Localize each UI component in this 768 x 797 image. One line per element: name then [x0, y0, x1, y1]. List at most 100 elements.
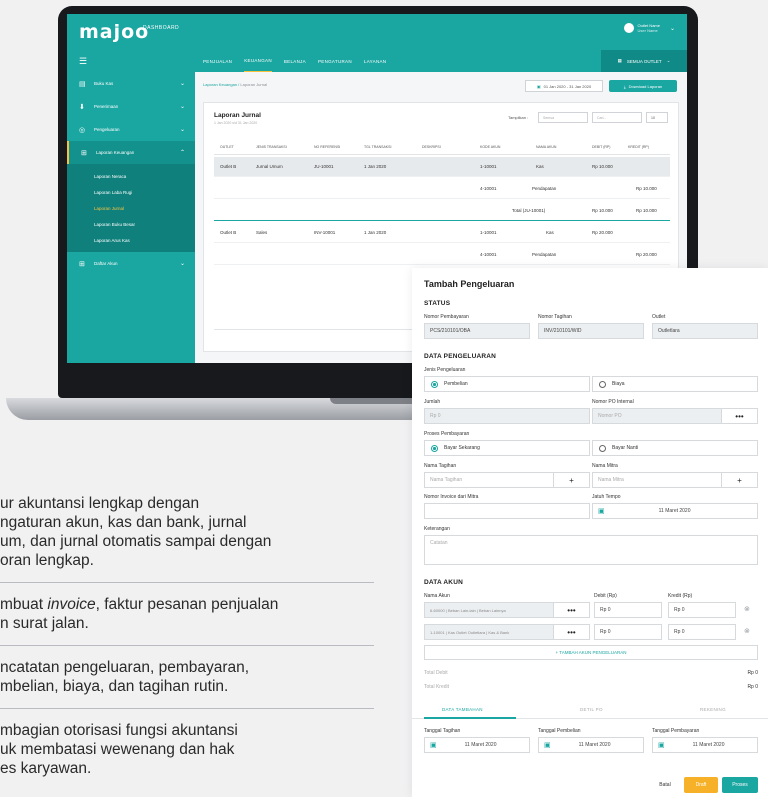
add-icon[interactable]: +	[553, 473, 589, 487]
tab-data-tambahan[interactable]: DATA TAMBAHAN	[442, 707, 483, 712]
calendar-icon: ▣	[536, 83, 541, 89]
report-period: 1 Jan 2020 s/d 31 Jan 2020	[214, 121, 258, 125]
user-avatar-icon	[623, 23, 634, 33]
radio-bayar-nanti[interactable]: Bayar Nanti	[592, 440, 758, 456]
nomor-tagihan-field: INV/210101/WID	[538, 323, 644, 339]
download-report-button[interactable]: ⤓ Download Laporan	[609, 80, 677, 92]
sidebar-item-pengeluaran[interactable]: ◎ Pengeluaran ⌄	[67, 118, 195, 141]
radio-bayar-sekarang[interactable]: Bayar Sekarang	[424, 440, 590, 456]
col-deskripsi[interactable]: DESKRIPSI	[422, 145, 441, 149]
tab-detil-po[interactable]: DETIL PO	[580, 707, 603, 712]
table-row[interactable]: Outlet B Sales INV-10001 1 Jan 2020 1-10…	[214, 223, 670, 243]
tab-belanja[interactable]: BELANJA	[284, 51, 306, 72]
tampilkan-label: Tampilkan :	[508, 115, 529, 120]
nomor-po-input[interactable]: Nomor PO •••	[592, 408, 758, 424]
table-row[interactable]: 4-10001 Pendapatan Rp 20.000	[214, 245, 670, 265]
nomor-pembayaran-label: Nomor Pembayaran	[424, 314, 469, 320]
more-options-icon[interactable]: •••	[553, 603, 589, 617]
sidebar-item-laporan-keuangan[interactable]: ⊞ Laporan Keuangan ⌃	[67, 141, 195, 164]
jatuh-tempo-input[interactable]: ▣ 11 Maret 2020	[592, 503, 758, 519]
tab-penjualan[interactable]: PENJUALAN	[203, 51, 232, 72]
proses-button[interactable]: Proses	[722, 777, 758, 793]
radio-biaya[interactable]: Biaya	[592, 376, 758, 392]
col-kode-akun[interactable]: KODE AKUN	[480, 145, 500, 149]
nomor-tagihan-label: Nomor Tagihan	[538, 314, 572, 320]
col-nama-akun[interactable]: NAMA AKUN	[536, 145, 556, 149]
sidebar-submenu: Laporan Neraca Laporan Laba Rugi Laporan…	[67, 164, 195, 252]
radio-unselected-icon	[599, 380, 606, 388]
akun-select[interactable]: 1-10001 | Kas Outlet Outletlara | Kas & …	[424, 624, 590, 640]
feature-line: ncatatan pengeluaran, pembayaran,	[0, 659, 250, 676]
cell-nama: Kas	[546, 230, 554, 235]
sidebar-item-label: Laporan Keuangan	[96, 150, 135, 155]
cell-kredit: Rp 20.000	[636, 252, 657, 257]
nama-tagihan-input[interactable]: Nama Tagihan +	[424, 472, 590, 488]
cell-kode: 1-10001	[480, 164, 497, 169]
batal-button[interactable]: Batal	[648, 777, 682, 793]
radio-pembelian[interactable]: Pembelian	[424, 376, 590, 392]
add-akun-button[interactable]: + TAMBAH AKUN PENGELUARAN	[424, 645, 758, 660]
table-row[interactable]: Outlet B Jurnal Umum JU-10001 1 Jan 2020…	[214, 157, 670, 177]
more-options-icon[interactable]: •••	[553, 625, 589, 639]
kredit-input[interactable]: Rp 0	[668, 624, 736, 640]
feature-line: oran lengkap.	[0, 552, 94, 569]
submenu-laporan-jurnal[interactable]: Laporan Jurnal	[67, 200, 195, 216]
col-outlet[interactable]: OUTLET	[220, 145, 234, 149]
breadcrumb-parent[interactable]: Laporan Keuangan	[203, 82, 237, 87]
col-tgl-transaksi[interactable]: TGL TRANSAKSI	[364, 145, 391, 149]
nomor-invoice-input[interactable]	[424, 503, 590, 519]
table-row[interactable]: Total (JU-10001) Rp 10.000 Rp 10.000	[214, 201, 670, 221]
search-input[interactable]: Cari...	[592, 112, 642, 123]
col-debit[interactable]: DEBIT (RP)	[592, 145, 610, 149]
per-page-select[interactable]: 10	[646, 112, 668, 123]
kredit-input[interactable]: Rp 0	[668, 602, 736, 618]
sidebar-item-buku-kas[interactable]: ▤ Buku Kas ⌄	[67, 72, 195, 95]
radio-selected-icon	[431, 444, 438, 452]
debit-input[interactable]: Rp 0	[594, 624, 662, 640]
nomor-pembayaran-field: PCS/210101/OBA	[424, 323, 530, 339]
add-icon[interactable]: +	[721, 473, 757, 487]
filter-select[interactable]: Semua	[538, 112, 588, 123]
remove-row-icon[interactable]: ⊗	[744, 627, 750, 635]
tgl-tagihan-input[interactable]: ▣ 11 Maret 2020	[424, 737, 530, 753]
table-row[interactable]: 4-10001 Pendapatan Rp 10.000	[214, 179, 670, 199]
tgl-pembayaran-input[interactable]: ▣ 11 Maret 2020	[652, 737, 758, 753]
tab-pengaturan[interactable]: PENGATURAN	[318, 51, 352, 72]
nama-mitra-placeholder: Nama Mitra	[598, 477, 624, 483]
submenu-laporan-buku-besar[interactable]: Laporan Buku Besar	[67, 216, 195, 232]
col-jenis-transaksi[interactable]: JENIS TRANSAKSI	[256, 145, 287, 149]
outlet-select[interactable]: ▦ SEMUA OUTLET ⌄	[601, 50, 687, 72]
keterangan-textarea[interactable]: Catatan	[424, 535, 758, 565]
radio-label: Pembelian	[444, 381, 468, 387]
nama-akun-label: Nama Akun	[424, 593, 450, 599]
table-header: OUTLET JENIS TRANSAKSI NO REFERENSI TGL …	[214, 141, 670, 155]
hamburger-menu-icon[interactable]: ☰	[79, 56, 87, 67]
calendar-icon: ▣	[544, 742, 551, 749]
chevron-down-icon: ⌄	[179, 81, 185, 87]
tgl-tagihan-label: Tanggal Tagihan	[424, 728, 461, 734]
date-range-picker[interactable]: ▣ 01 Jan 2020 - 31 Jan 2020	[525, 80, 603, 92]
jatuh-tempo-label: Jatuh Tempo	[592, 494, 621, 500]
col-no-referensi[interactable]: NO REFERENSI	[314, 145, 340, 149]
submenu-laporan-neraca[interactable]: Laporan Neraca	[67, 168, 195, 184]
majoo-logo[interactable]: majoo	[79, 21, 149, 43]
tab-layanan[interactable]: LAYANAN	[364, 51, 386, 72]
tgl-pembelian-input[interactable]: ▣ 11 Maret 2020	[538, 737, 644, 753]
jumlah-input[interactable]: Rp 0	[424, 408, 590, 424]
sidebar-item-penerimaan[interactable]: ⬇ Penerimaan ⌄	[67, 95, 195, 118]
more-options-icon[interactable]: •••	[721, 409, 757, 423]
user-menu[interactable]: Outlet Name User Name ⌄	[623, 23, 675, 33]
submenu-laporan-laba-rugi[interactable]: Laporan Laba Rugi	[67, 184, 195, 200]
sidebar-item-daftar-akun[interactable]: ⊞ Daftar Akun ⌄	[67, 252, 195, 275]
expense-icon: ◎	[79, 126, 86, 134]
col-kredit[interactable]: KREDIT (RP)	[628, 145, 649, 149]
remove-row-icon[interactable]: ⊗	[744, 605, 750, 613]
debit-input[interactable]: Rp 0	[594, 602, 662, 618]
nama-mitra-input[interactable]: Nama Mitra +	[592, 472, 758, 488]
sidebar-item-label: Buku Kas	[94, 81, 114, 86]
tab-rekening[interactable]: REKENING	[700, 707, 726, 712]
submenu-laporan-arus-kas[interactable]: Laporan Arus Kas	[67, 232, 195, 248]
akun-select[interactable]: 6-60000 | Beban Lain-lain | Beban Lainny…	[424, 602, 590, 618]
tab-keuangan[interactable]: KEUANGAN	[244, 50, 272, 72]
draft-button[interactable]: Draft	[684, 777, 718, 793]
